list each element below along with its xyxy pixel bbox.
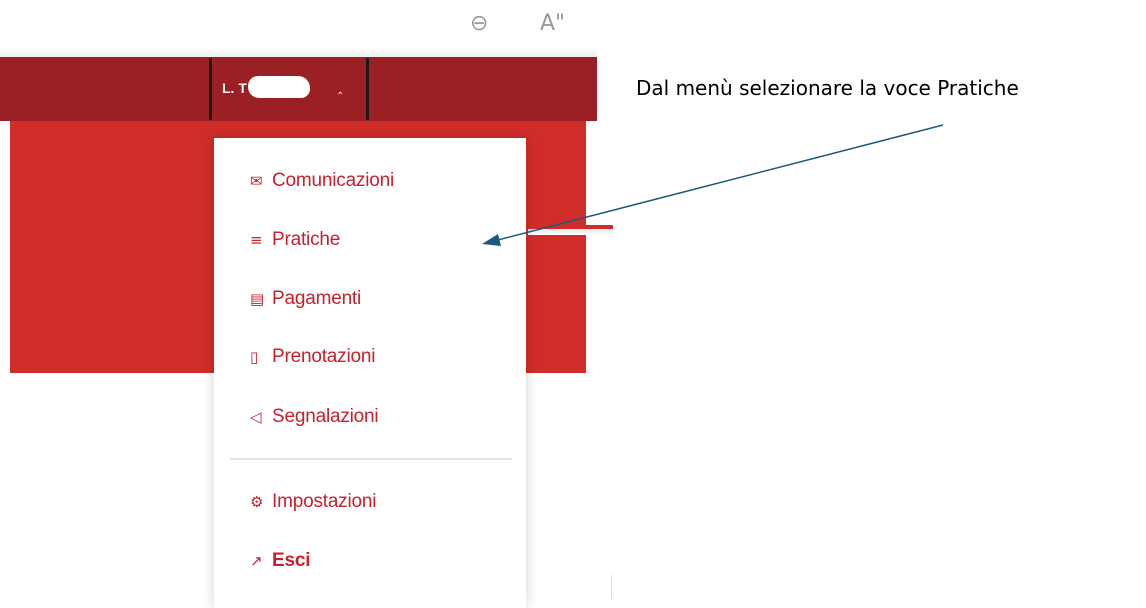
annotation-arrow	[482, 124, 944, 246]
arrow-line	[489, 124, 944, 243]
arrow-head	[482, 234, 501, 246]
